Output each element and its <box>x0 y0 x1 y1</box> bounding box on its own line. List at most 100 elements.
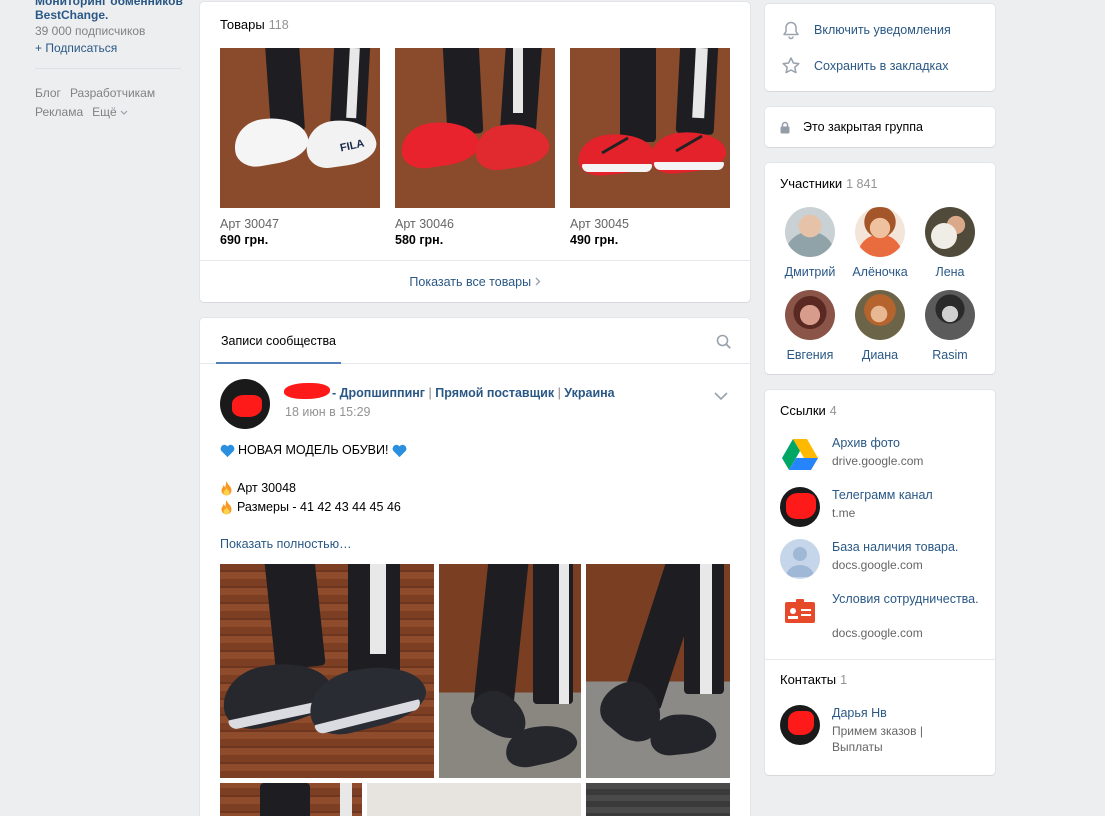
links-block: Ссылки 4 Архив фото drive.google.com Теле… <box>765 390 995 775</box>
group-info: Мониторинг обменников BestChange. 39 000… <box>35 0 185 55</box>
show-all-goods-label: Показать все товары <box>409 275 532 289</box>
link-domain: t.me <box>832 506 856 520</box>
enable-notifications-button[interactable]: Включить уведомления <box>781 20 951 40</box>
post-photo[interactable] <box>220 783 362 816</box>
goods-item-photo[interactable]: FILA <box>220 48 380 208</box>
goods-item-photo[interactable] <box>395 48 555 208</box>
contacts-header[interactable]: Контакты 1 <box>780 672 847 687</box>
links-count: 4 <box>829 404 837 418</box>
post-photo[interactable] <box>586 564 730 778</box>
telegram-channel-avatar[interactable] <box>780 487 820 527</box>
goods-item-art: Арт 30046 <box>395 217 454 231</box>
fire-icon <box>221 500 232 515</box>
links-title: Ссылки <box>780 403 826 418</box>
member-name[interactable]: Евгения <box>775 348 845 362</box>
save-bookmark-label: Сохранить в закладках <box>814 59 949 73</box>
member-item[interactable]: Дмитрий <box>775 207 845 279</box>
members-title: Участники <box>780 176 843 191</box>
subscribe-link[interactable]: + Подписаться <box>35 41 185 55</box>
link-domain: docs.google.com <box>832 626 923 640</box>
chevron-down-icon <box>120 110 128 115</box>
goods-item-art: Арт 30047 <box>220 217 279 231</box>
author-sep: | <box>428 386 432 400</box>
enable-notifications-label: Включить уведомления <box>814 23 951 37</box>
post-photo[interactable] <box>367 783 581 816</box>
community-posts-block: Записи сообщества - Дропшиппинг | Прямой… <box>200 318 750 816</box>
member-item[interactable]: Лена <box>915 207 985 279</box>
contact-name[interactable]: Дарья Нв <box>832 705 982 721</box>
link-title[interactable]: Условия сотрудничества. <box>832 591 982 607</box>
contacts-count: 1 <box>840 673 848 687</box>
google-drive-icon[interactable] <box>780 435 820 475</box>
member-avatar[interactable] <box>855 290 905 340</box>
goods-item-photo[interactable] <box>570 48 730 208</box>
goods-item-price: 580 грн. <box>395 233 444 247</box>
post-author-avatar[interactable] <box>220 379 270 429</box>
contact-avatar[interactable] <box>780 705 820 745</box>
footer-link-dev[interactable]: Разработчикам <box>70 86 155 100</box>
more-label: Ещё <box>92 105 117 119</box>
post-text-line: Арт 30048 <box>237 481 296 495</box>
post-photo[interactable] <box>220 564 434 778</box>
post-photo[interactable] <box>439 564 581 778</box>
goods-item[interactable]: Арт 30046 580 грн. <box>395 48 555 247</box>
goods-item[interactable]: Арт 30045 490 грн. <box>570 48 730 247</box>
user-placeholder-icon[interactable] <box>780 539 820 579</box>
member-name[interactable]: Алёночка <box>845 265 915 279</box>
divider <box>35 68 181 69</box>
link-title[interactable]: Архив фото <box>832 435 982 451</box>
closed-group-label: Это закрытая группа <box>803 120 923 134</box>
goods-block: Товары 118 FILA Арт 30047 690 грн. Арт 30… <box>200 2 750 302</box>
id-card-icon[interactable] <box>780 591 820 631</box>
link-title[interactable]: Телеграмм канал <box>832 487 982 503</box>
show-full-link[interactable]: Показать полностью… <box>220 537 352 551</box>
show-all-goods-link[interactable]: Показать все товары <box>200 275 750 289</box>
members-header[interactable]: Участники 1 841 <box>780 176 877 191</box>
goods-count: 118 <box>268 18 289 32</box>
tab-community-posts[interactable]: Записи сообщества <box>216 318 341 364</box>
member-item[interactable]: Евгения <box>775 290 845 362</box>
chevron-down-icon[interactable] <box>714 391 728 401</box>
links-header[interactable]: Ссылки 4 <box>780 403 837 418</box>
save-bookmark-button[interactable]: Сохранить в закладках <box>781 56 948 76</box>
member-item[interactable]: Rasim <box>915 290 985 362</box>
footer-link-ads[interactable]: Реклама <box>35 105 83 119</box>
blue-heart-icon <box>220 444 235 457</box>
goods-item-art: Арт 30045 <box>570 217 629 231</box>
member-name[interactable]: Rasim <box>915 348 985 362</box>
member-item[interactable]: Алёночка <box>845 207 915 279</box>
member-name[interactable]: Лена <box>915 265 985 279</box>
post-text-line: Размеры - 41 42 43 44 45 46 <box>237 500 401 514</box>
link-title[interactable]: База наличия товара. <box>832 539 982 555</box>
post-date[interactable]: 18 июн в 15:29 <box>285 405 371 419</box>
post-text-line: НОВАЯ МОДЕЛЬ ОБУВИ! <box>238 443 389 457</box>
chevron-right-icon <box>535 277 541 286</box>
footer-link-blog[interactable]: Блог <box>35 86 61 100</box>
member-avatar[interactable] <box>785 290 835 340</box>
search-icon[interactable] <box>716 334 732 350</box>
actions-block: Включить уведомления Сохранить в закладк… <box>765 4 995 91</box>
contact-description: Примем зказов | Выплаты <box>832 724 923 754</box>
member-avatar[interactable] <box>855 207 905 257</box>
member-name[interactable]: Диана <box>845 348 915 362</box>
member-item[interactable]: Диана <box>845 290 915 362</box>
divider <box>200 260 750 261</box>
footer-links: Блог Разработчикам Реклама Ещё <box>35 84 185 122</box>
members-count: 1 841 <box>846 177 878 191</box>
post-author-name[interactable]: - Дропшиппинг | Прямой поставщик | Украи… <box>285 386 615 400</box>
footer-link-more[interactable]: Ещё <box>92 105 128 119</box>
author-part: Прямой поставщик <box>435 386 555 400</box>
blue-heart-icon <box>393 444 407 457</box>
goods-item-price: 490 грн. <box>570 233 619 247</box>
member-avatar[interactable] <box>925 290 975 340</box>
member-name[interactable]: Дмитрий <box>775 265 845 279</box>
contacts-title: Контакты <box>780 672 837 687</box>
goods-item[interactable]: FILA Арт 30047 690 грн. <box>220 48 380 247</box>
goods-header[interactable]: Товары 118 <box>220 17 289 32</box>
member-avatar[interactable] <box>925 207 975 257</box>
post-photo[interactable] <box>586 783 730 816</box>
group-name-link[interactable]: Мониторинг обменников BestChange. <box>35 0 185 22</box>
member-avatar[interactable] <box>785 207 835 257</box>
bell-icon <box>783 21 799 40</box>
members-block: Участники 1 841 Дмитрий Алёночка Лена Евг… <box>765 163 995 374</box>
